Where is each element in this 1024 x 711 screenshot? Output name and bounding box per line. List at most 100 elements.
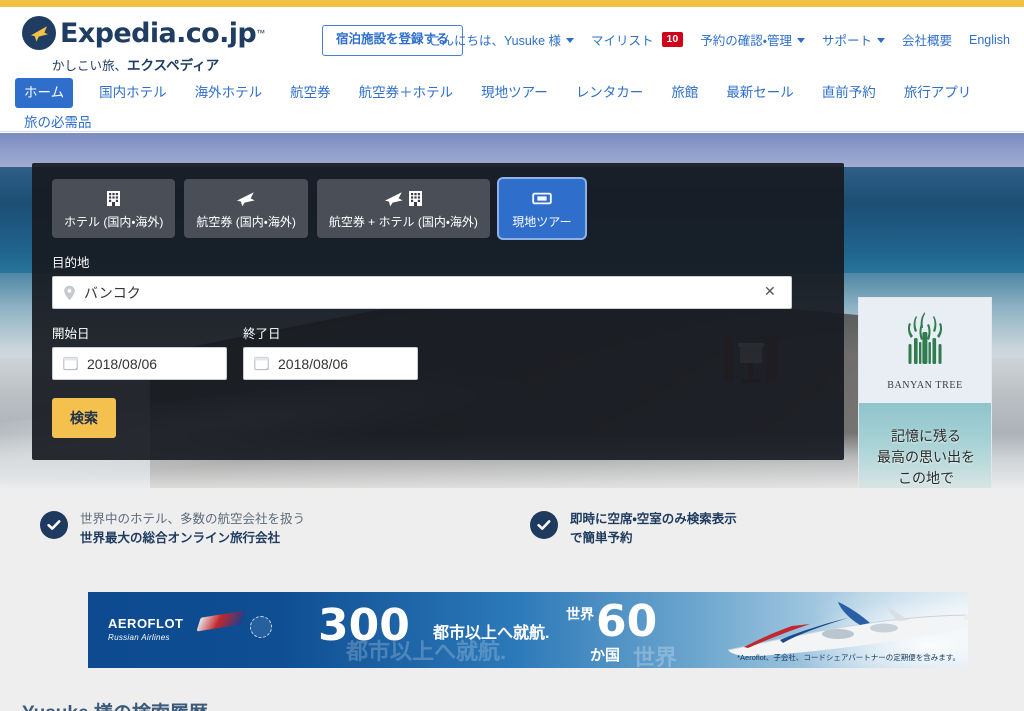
nav-item-travel-app[interactable]: 旅行アプリ — [902, 78, 974, 108]
logo-text: Expedia.co.jp — [60, 17, 257, 49]
plane-hotel-icon — [384, 188, 423, 208]
promo-logo-area: BANYAN TREE — [859, 298, 991, 403]
ad-sekai-label: 世界 — [566, 606, 594, 622]
start-date-input[interactable]: 2018/08/06 — [52, 347, 227, 380]
top-accent-strip — [0, 0, 1024, 7]
tab-hotel[interactable]: ホテル (国内・海外) — [52, 179, 176, 238]
benefits-list: 世界中のホテル、多数の航空会社を扱う 世界最大の総合オンライン旅行会社 即時に空… — [0, 510, 1024, 549]
benefit-1-line-2: 世界最大の総合オンライン旅行会社 — [80, 531, 281, 546]
tab-flight-hotel[interactable]: 航空券 + ホテル (国内・海外) — [316, 179, 490, 238]
end-date-input[interactable]: 2018/08/06 — [243, 347, 418, 380]
check-circle-icon — [40, 511, 68, 539]
manage-booking-menu[interactable]: 予約の確認・管理 — [700, 30, 805, 49]
date-row: 開始日 2018/08/06 終了日 2018/08/06 — [52, 323, 824, 380]
end-date-label: 終了日 — [243, 327, 281, 341]
nav-item-rental-car[interactable]: レンタカー — [574, 78, 646, 108]
promo-copy-line-1: 記憶に残る — [891, 428, 961, 444]
clear-destination-icon[interactable]: ✕ — [764, 284, 776, 298]
site-logo[interactable]: Expedia.co.jp ™ かしこい旅、エクスペディア — [22, 16, 265, 74]
tab-hotel-label: ホテル (国内・海外) — [64, 215, 164, 229]
nav-item-overseas-hotels[interactable]: 海外ホテル — [193, 78, 265, 108]
end-date-group: 終了日 2018/08/06 — [243, 323, 418, 380]
manage-booking-label: 予約の確認・管理 — [700, 34, 792, 48]
nav-item-domestic-hotels[interactable]: 国内ホテル — [97, 78, 169, 108]
logo-tagline-bold: エクスペディア — [127, 58, 220, 73]
benefit-1-line-1: 世界中のホテル、多数の航空会社を扱う — [80, 512, 306, 526]
check-circle-icon — [530, 511, 558, 539]
destination-field-wrap: バンコク ✕ — [52, 276, 824, 309]
destination-input[interactable]: バンコク — [52, 276, 792, 309]
tab-flight-label: 航空券 (国内・海外) — [196, 215, 296, 229]
aeroflot-logo-line-2: Russian Airlines — [108, 633, 170, 642]
logo-tagline: かしこい旅、エクスペディア — [52, 54, 219, 74]
header-utility-links: こんにちは、Yusuke 様 マイリスト 10 予約の確認・管理 サポート 会社… — [429, 30, 1010, 49]
destination-label: 目的地 — [52, 256, 90, 270]
aeroflot-swoosh-icon — [196, 610, 246, 632]
logo-tagline-prefix: かしこい旅、 — [52, 59, 128, 73]
search-type-tabs: ホテル (国内・海外) 航空券 (国内・海外) 航空券 + ホテル (国内・海外… — [52, 179, 824, 238]
nav-item-ryokan[interactable]: 旅館 — [669, 78, 700, 108]
hero-banner: ホテル (国内・海外) 航空券 (国内・海外) 航空券 + ホテル (国内・海外… — [0, 133, 1024, 488]
mylist-label: マイリスト — [591, 34, 654, 48]
support-label: サポート — [821, 34, 872, 48]
chevron-down-icon — [876, 38, 885, 43]
ticket-icon — [532, 188, 552, 208]
promo-copy-line-3: この地で — [898, 470, 954, 486]
aeroflot-ad-banner[interactable]: AEROFLOT Russian Airlines 都市以上へ就航. 300 都… — [88, 592, 968, 668]
banyan-tree-icon — [898, 310, 952, 377]
tab-local-tours-label: 現地ツアー — [512, 215, 572, 229]
calendar-icon — [63, 356, 78, 371]
english-language-link[interactable]: English — [969, 33, 1010, 47]
benefit-2-line-2: で簡単予約 — [570, 531, 633, 546]
ad-countries-text: か国 — [590, 647, 621, 664]
mylist-link[interactable]: マイリスト 10 — [591, 30, 684, 49]
ad-cities-text: 都市以上へ就航. — [433, 625, 550, 642]
chevron-down-icon — [796, 38, 805, 43]
calendar-icon — [254, 356, 269, 371]
promo-card-banyan-tree[interactable]: BANYAN TREE 記憶に残る 最高の思い出を この地で 今すぐ予約 — [858, 297, 992, 488]
skyteam-seal-icon — [250, 616, 272, 638]
promo-copy: 記憶に残る 最高の思い出を この地で — [859, 426, 991, 488]
promo-copy-line-2: 最高の思い出を — [877, 449, 975, 465]
greeting-account-menu[interactable]: こんにちは、Yusuke 様 — [429, 30, 574, 49]
greeting-label: こんにちは、Yusuke 様 — [429, 34, 561, 48]
end-date-value: 2018/08/06 — [278, 355, 349, 372]
nav-item-latest-sale[interactable]: 最新セール — [724, 78, 796, 108]
expedia-plane-icon — [22, 16, 56, 50]
tab-flight[interactable]: 航空券 (国内・海外) — [184, 179, 308, 238]
mylist-count-badge: 10 — [661, 31, 684, 48]
benefit-item-2: 即時に空席・空室のみ検索表示 で簡単予約 — [530, 510, 737, 549]
benefit-text-2: 即時に空席・空室のみ検索表示 で簡単予約 — [570, 510, 737, 549]
start-date-label: 開始日 — [52, 327, 90, 341]
ad-cities-number: 300 — [318, 600, 410, 651]
support-menu[interactable]: サポート — [822, 30, 885, 49]
logo-row: Expedia.co.jp ™ — [22, 16, 265, 50]
nav-item-flight-hotel[interactable]: 航空券＋ホテル — [357, 78, 456, 108]
company-info-link[interactable]: 会社概要 — [902, 30, 952, 49]
search-history-title: Yusuke 様の検索履歴 — [22, 698, 208, 711]
aeroflot-logo-line-1: AEROFLOT — [108, 616, 184, 631]
benefit-2-line-1: 即時に空席・空室のみ検索表示 — [570, 512, 737, 526]
aeroflot-logo: AEROFLOT Russian Airlines — [108, 616, 184, 642]
search-widget: ホテル (国内・海外) 航空券 (国内・海外) 航空券 + ホテル (国内・海外… — [32, 163, 844, 460]
benefit-text-1: 世界中のホテル、多数の航空会社を扱う 世界最大の総合オンライン旅行会社 — [80, 510, 305, 549]
location-pin-icon — [63, 285, 76, 301]
chevron-down-icon — [566, 38, 574, 43]
nav-item-home[interactable]: ホーム — [15, 78, 74, 109]
nav-item-local-tours[interactable]: 現地ツアー — [479, 78, 550, 108]
site-header: Expedia.co.jp ™ かしこい旅、エクスペディア 宿泊施設を登録する … — [0, 7, 1024, 161]
hotel-icon — [106, 188, 121, 208]
plane-icon — [236, 188, 256, 208]
nav-item-flights[interactable]: 航空券 — [288, 78, 333, 108]
ad-countries-number: 60 — [596, 596, 658, 647]
benefit-item-1: 世界中のホテル、多数の航空会社を扱う 世界最大の総合オンライン旅行会社 — [40, 510, 510, 549]
nav-item-last-minute[interactable]: 直前予約 — [820, 78, 878, 108]
promo-logo-name: BANYAN TREE — [887, 380, 963, 391]
search-submit-button[interactable]: 検索 — [52, 398, 116, 438]
ad-disclaimer: *Aeroflot、子会社、コードシェアパートナーの定期便を含みます。 — [737, 653, 960, 662]
start-date-value: 2018/08/06 — [87, 355, 158, 372]
destination-value: バンコク — [84, 284, 141, 301]
start-date-group: 開始日 2018/08/06 — [52, 323, 227, 380]
logo-trademark: ™ — [256, 28, 266, 38]
tab-local-tours[interactable]: 現地ツアー — [498, 179, 585, 238]
